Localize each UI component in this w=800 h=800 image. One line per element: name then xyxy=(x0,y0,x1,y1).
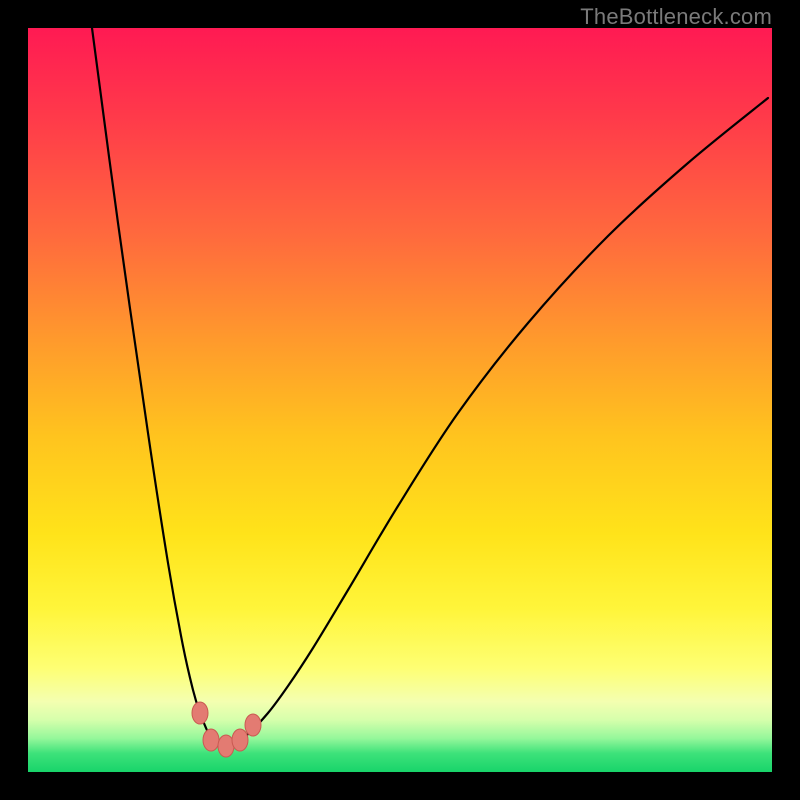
bottleneck-curve xyxy=(92,28,768,747)
valley-marker xyxy=(232,729,248,751)
valley-marker xyxy=(192,702,208,724)
valley-marker xyxy=(203,729,219,751)
valley-marker xyxy=(245,714,261,736)
watermark-text: TheBottleneck.com xyxy=(580,4,772,30)
plot-area xyxy=(28,28,772,772)
chart-frame: TheBottleneck.com xyxy=(0,0,800,800)
optimal-zone-markers xyxy=(192,702,261,757)
curve-layer xyxy=(28,28,772,772)
